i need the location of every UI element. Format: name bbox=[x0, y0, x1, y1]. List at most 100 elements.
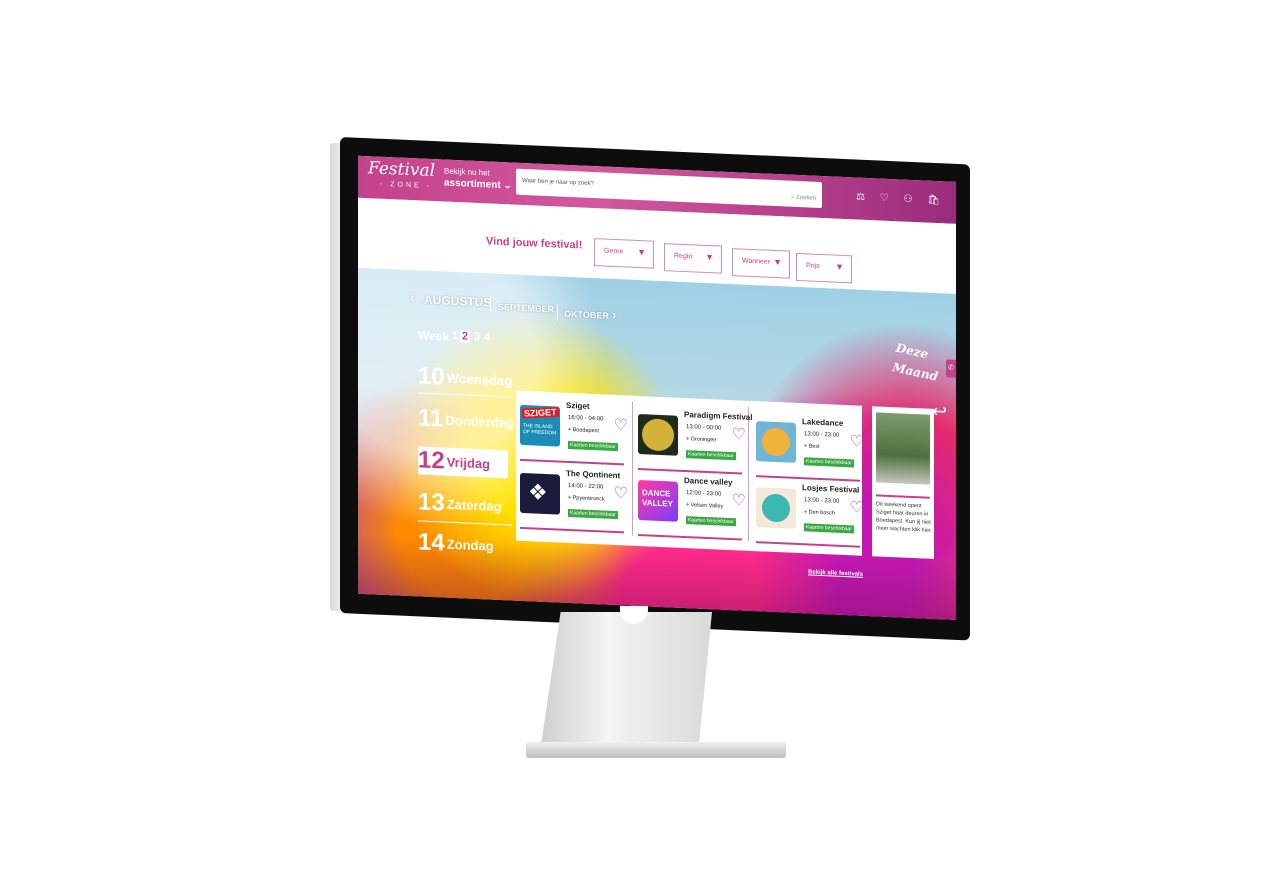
chevron-down-icon: ▼ bbox=[835, 261, 844, 273]
location-text: Velsen Valley bbox=[690, 502, 724, 510]
heart-icon[interactable]: ♡ bbox=[850, 431, 864, 452]
phone-icon[interactable]: ✆ bbox=[946, 359, 956, 378]
festival-name[interactable]: Paradigm Festival bbox=[684, 410, 752, 422]
monitor-bezel: Festival - ZONE - Bekijk nu het assortim… bbox=[340, 137, 970, 641]
deze-maand-label: Deze Maand bbox=[891, 338, 943, 387]
sziget-logo: SZIGET THE ISLAND OF FREEDOM bbox=[520, 404, 560, 447]
news-text: Dit weekend opent Sziget haar deuren in … bbox=[876, 501, 932, 534]
day-name: Donderdag bbox=[445, 412, 514, 431]
tickets-badge: Kaarten beschikbaar bbox=[804, 457, 854, 468]
week-2[interactable]: 2 bbox=[460, 330, 471, 343]
search-input[interactable]: Waar ben je naar op zoek? ⌕ Zoeken bbox=[516, 168, 822, 209]
month-september[interactable]: SEPTEMBER bbox=[498, 302, 554, 314]
location-text: Best bbox=[808, 443, 820, 450]
day-11[interactable]: 11 Donderdag bbox=[418, 404, 514, 436]
regio-select[interactable]: Regio ▼ bbox=[664, 243, 722, 274]
lakedance-logo bbox=[756, 421, 796, 463]
heart-icon[interactable]: ♡ bbox=[614, 483, 628, 504]
day-number: 14 bbox=[418, 528, 445, 557]
curved-arrow-icon: ↩ bbox=[932, 400, 948, 422]
festival-name[interactable]: The Qontinent bbox=[566, 469, 620, 480]
logo-text: SZIGET bbox=[521, 406, 559, 419]
festival-time: 12:00 - 23:00 bbox=[686, 490, 722, 498]
card-underline bbox=[638, 534, 742, 541]
festival-card-qontinent[interactable]: ❖ The Qontinent 14:00 - 22:00 ⌖ Ppyenbro… bbox=[520, 467, 630, 538]
heart-icon[interactable]: ♡ bbox=[614, 415, 628, 436]
festival-time: 13:00 - 23:00 bbox=[804, 431, 840, 439]
month-augustus[interactable]: AUGUSTUS bbox=[424, 293, 491, 310]
prijs-label: Prijs bbox=[806, 262, 820, 270]
chevron-down-icon: ▼ bbox=[773, 256, 782, 268]
pin-icon: ⌖ bbox=[804, 443, 808, 450]
logo-text: DANCE VALLEY bbox=[642, 488, 673, 509]
chevron-down-icon: ▼ bbox=[705, 251, 714, 263]
prijs-select[interactable]: Prijs ▼ bbox=[796, 252, 852, 284]
assortment-button[interactable]: assortiment ⌄ bbox=[444, 178, 512, 192]
assortment-line1[interactable]: Bekijk nu het bbox=[444, 167, 490, 178]
month-oktober[interactable]: OKTOBER bbox=[564, 309, 609, 321]
festival-card-lakedance[interactable]: Lakedance 13:00 - 23:00 ⌖ Best Kaarten b… bbox=[756, 415, 866, 486]
festival-name[interactable]: Dance valley bbox=[684, 476, 732, 487]
losjes-emblem bbox=[762, 493, 790, 523]
location-text: Ppyenbroeck bbox=[572, 495, 605, 503]
news-image bbox=[876, 412, 930, 485]
card-underline bbox=[520, 458, 624, 466]
card-underline bbox=[756, 541, 860, 548]
week-4[interactable]: 4 bbox=[484, 331, 490, 343]
festival-time: 16:00 - 04:00 bbox=[568, 414, 604, 423]
day-name: Vrijdag bbox=[446, 454, 491, 472]
day-number: 13 bbox=[418, 488, 445, 517]
festival-card-losjes[interactable]: Losjes Festival 13:00 - 23:00 ⌖ Den bosc… bbox=[756, 481, 866, 552]
genre-select[interactable]: Genre ▼ bbox=[594, 238, 654, 269]
wanneer-select[interactable]: Wanneer ▼ bbox=[732, 248, 790, 279]
festival-name[interactable]: Losjes Festival bbox=[802, 483, 859, 495]
card-underline bbox=[520, 526, 624, 534]
next-month-icon[interactable]: › bbox=[612, 307, 616, 322]
week-1[interactable]: 1 bbox=[452, 330, 458, 342]
festival-name[interactable]: Sziget bbox=[566, 401, 590, 411]
filter-title: Vind jouw festival! bbox=[486, 235, 583, 252]
festival-location: ⌖ Ppyenbroeck bbox=[568, 495, 605, 504]
festival-card-paradigm[interactable]: Paradigm Festival 13:00 - 00:00 ⌖ Gronin… bbox=[638, 408, 752, 479]
prev-month-icon[interactable]: ‹ bbox=[410, 290, 414, 305]
pin-icon: ⌖ bbox=[804, 509, 808, 516]
pin-icon: ⌖ bbox=[568, 494, 572, 502]
week-3[interactable]: 3 bbox=[474, 331, 480, 343]
festival-location: ⌖ Boedapest bbox=[568, 427, 599, 435]
heart-icon[interactable]: ♡ bbox=[850, 497, 864, 518]
column-divider bbox=[632, 401, 633, 536]
festival-location: ⌖ Best bbox=[804, 443, 820, 451]
logo[interactable]: Festival bbox=[368, 158, 435, 181]
column-divider bbox=[748, 406, 749, 541]
day-12[interactable]: 12 Vrijdag bbox=[418, 446, 508, 479]
festival-name[interactable]: Lakedance bbox=[802, 417, 843, 428]
day-10[interactable]: 10 Woensdag bbox=[418, 362, 512, 394]
paradigm-logo bbox=[638, 414, 678, 456]
day-number: 11 bbox=[418, 404, 444, 433]
week-label: Week bbox=[418, 328, 450, 344]
genre-label: Genre bbox=[604, 247, 624, 256]
header-icons[interactable]: ⚖ ♡ ⚇ 🛍 bbox=[856, 192, 946, 207]
card-underline bbox=[638, 468, 742, 475]
deze-line1: Deze bbox=[894, 340, 930, 362]
pin-icon: ⌖ bbox=[686, 436, 690, 443]
tickets-badge: Kaarten beschikbaar bbox=[804, 523, 854, 534]
pin-icon: ⌖ bbox=[686, 502, 690, 509]
pin-icon: ⌖ bbox=[568, 426, 572, 434]
month-divider bbox=[490, 295, 491, 312]
losjes-logo bbox=[756, 487, 796, 529]
monitor: Festival - ZONE - Bekijk nu het assortim… bbox=[330, 137, 970, 641]
heart-icon[interactable]: ♡ bbox=[732, 490, 746, 511]
day-number: 12 bbox=[418, 446, 445, 475]
compass-icon: ❖ bbox=[528, 479, 548, 506]
search-button[interactable]: ⌕ Zoeken bbox=[791, 195, 816, 203]
festival-card-sziget[interactable]: SZIGET THE ISLAND OF FREEDOM Sziget 16:00… bbox=[520, 399, 630, 470]
day-14[interactable]: 14 Zondag bbox=[418, 528, 508, 560]
heart-icon[interactable]: ♡ bbox=[732, 424, 746, 445]
news-card[interactable]: Dit weekend opent Sziget haar deuren in … bbox=[872, 406, 934, 559]
dance-valley-logo: DANCE VALLEY bbox=[638, 480, 678, 522]
festival-time: 13:00 - 23:00 bbox=[804, 497, 840, 505]
day-13[interactable]: 13 Zaterdag bbox=[418, 488, 508, 520]
paradigm-emblem bbox=[642, 418, 674, 452]
festival-card-dance-valley[interactable]: DANCE VALLEY Dance valley 12:00 - 23:00 … bbox=[638, 474, 748, 545]
